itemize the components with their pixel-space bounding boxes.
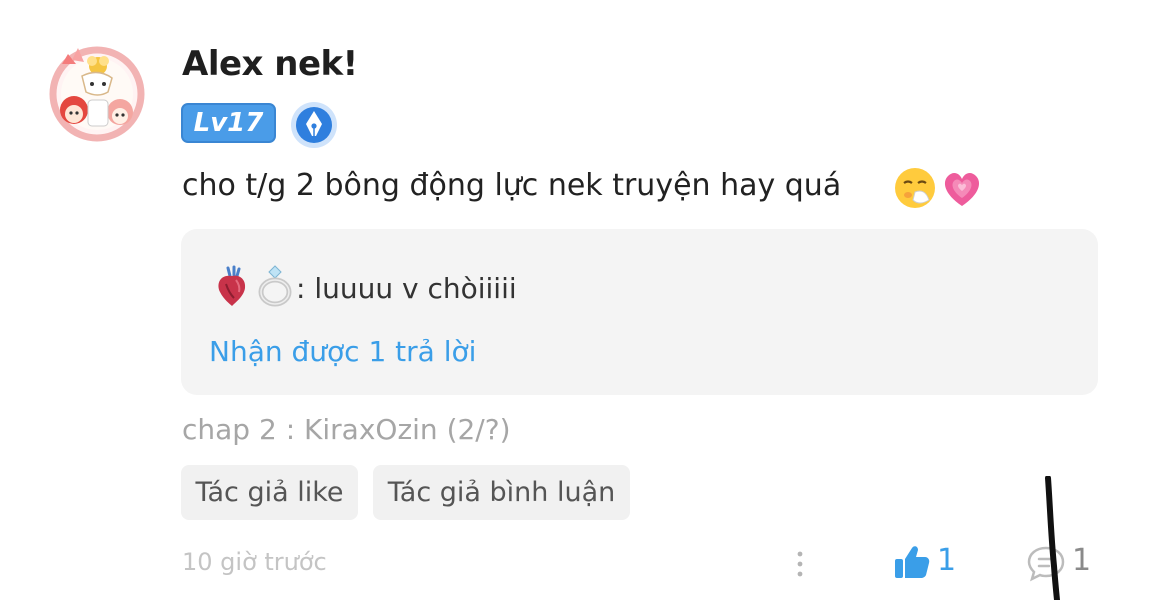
timestamp: 10 giờ trước — [182, 548, 327, 576]
reply-preview-box[interactable] — [181, 229, 1098, 395]
pen-nib-badge-icon — [291, 102, 337, 148]
author-commented-tag: Tác giả bình luận — [373, 465, 630, 520]
like-count: 1 — [937, 543, 957, 578]
comment-text: cho t/g 2 bông động lực nek truyện hay q… — [182, 168, 842, 203]
ring-icon — [258, 265, 292, 307]
more-options-icon[interactable] — [790, 546, 810, 582]
author-name[interactable]: Alex nek! — [182, 44, 358, 84]
user-avatar[interactable] — [48, 42, 146, 142]
chapter-info[interactable]: chap 2 : KiraxOzin (2/?) — [182, 413, 511, 446]
growing-heart-icon — [944, 172, 980, 206]
thumbs-up-icon[interactable] — [893, 544, 931, 580]
view-replies-link[interactable]: Nhận được 1 trả lời — [209, 335, 476, 368]
level-badge: Lv17 — [181, 103, 276, 143]
marker-stroke-annotation — [1045, 476, 1060, 600]
author-liked-tag: Tác giả like — [181, 465, 358, 520]
comment-count: 1 — [1072, 543, 1092, 578]
reply-text: : luuuu v chòiiiii — [296, 272, 517, 305]
sneezing-face-icon — [895, 168, 935, 208]
anatomical-heart-icon — [218, 265, 246, 306]
